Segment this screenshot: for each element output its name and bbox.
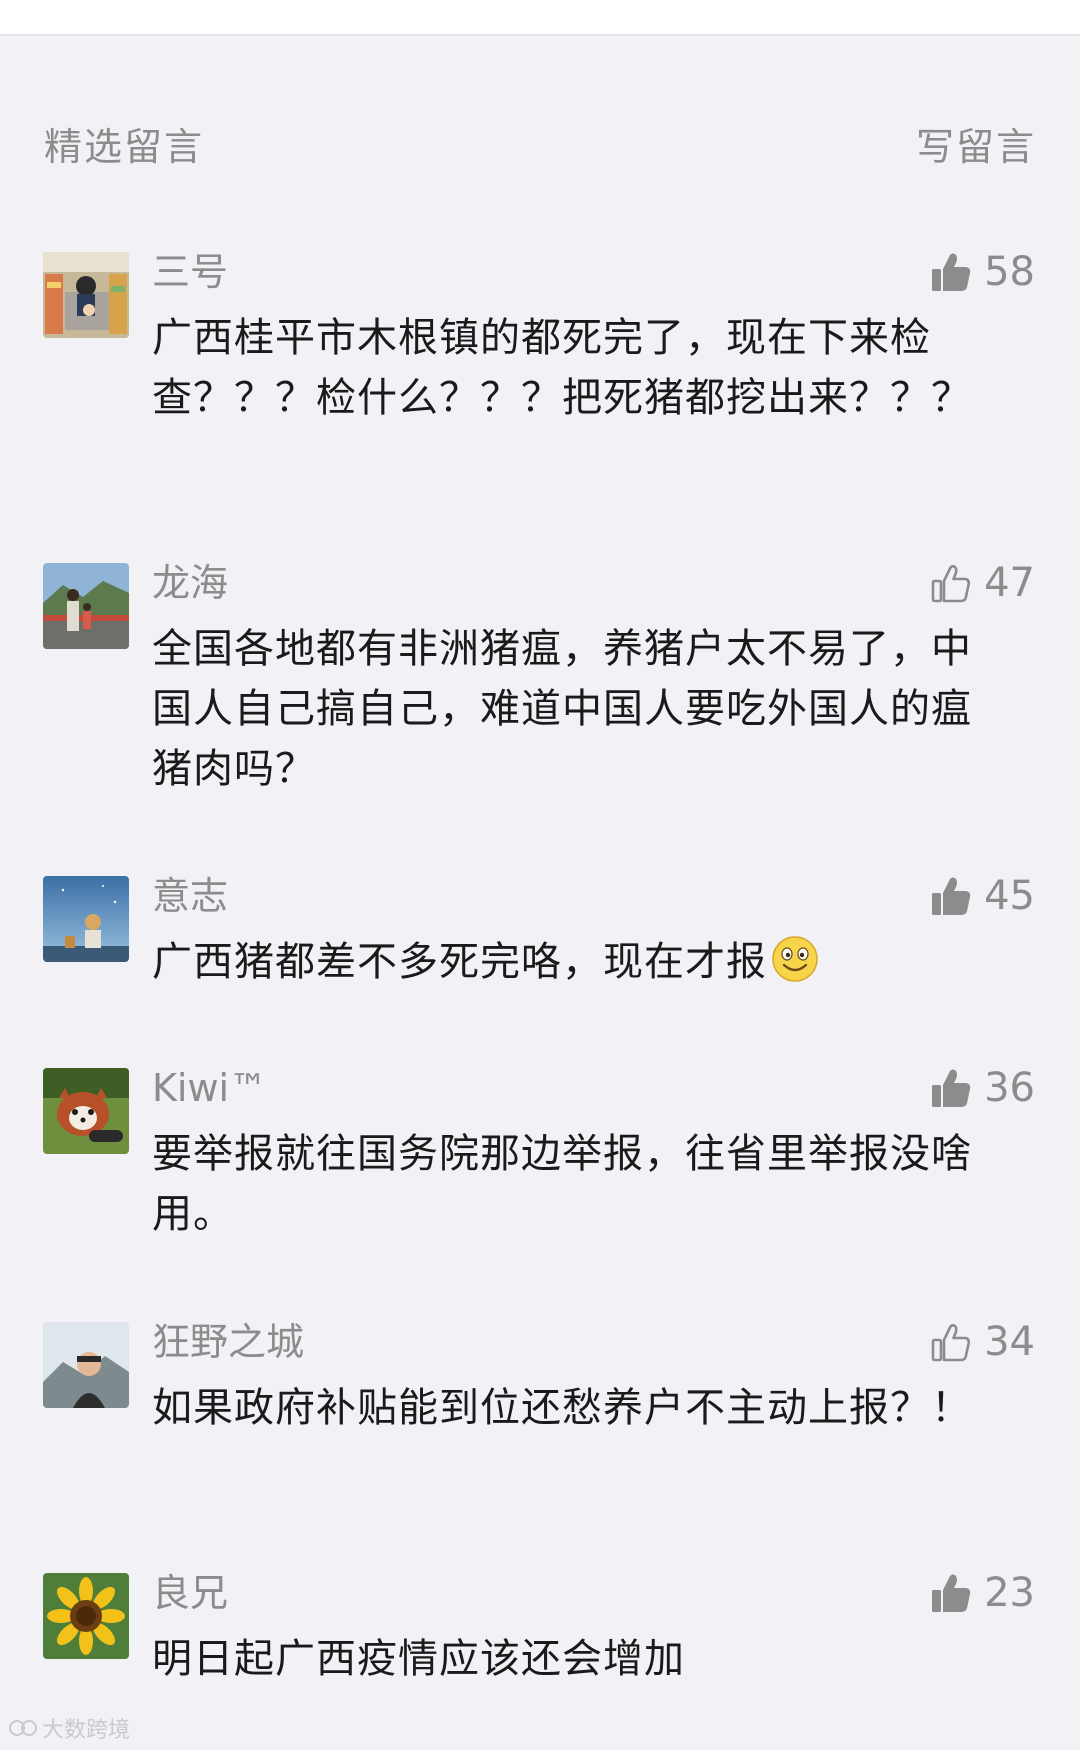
thumbs-up-outline-icon: [931, 564, 971, 603]
avatar[interactable]: [43, 1573, 129, 1659]
like-button[interactable]: 45: [930, 872, 1035, 920]
smiley-emoji-icon: [772, 936, 818, 982]
like-count: 23: [984, 1570, 1035, 1616]
comment-text-body: 广西猪都差不多死完咯，现在才报: [152, 939, 767, 985]
avatar[interactable]: [43, 1322, 129, 1408]
comment-nickname: 良兄: [152, 1571, 229, 1615]
thumbs-up-outline-icon: [931, 1323, 971, 1362]
avatar[interactable]: [43, 876, 129, 962]
thumbs-up-filled-icon: [932, 1069, 971, 1107]
comment-text: 全国各地都有非洲猪瘟，养猪户太不易了，中国人自己搞自己，难道中国人要吃外国人的瘟…: [152, 626, 972, 792]
comment-nickname: 狂野之城: [152, 1320, 305, 1364]
watermark-logo-icon: [9, 1720, 37, 1736]
write-comment-link[interactable]: 写留言: [916, 116, 1036, 171]
comment-text: 广西桂平市木根镇的都死完了，现在下来检查？？？检什么？？？把死猪都挖出来？？？: [152, 315, 972, 421]
avatar[interactable]: [43, 563, 129, 649]
like-button[interactable]: 58: [930, 248, 1035, 296]
thumbs-up-filled-icon: [932, 253, 971, 291]
comment-nickname: 意志: [152, 874, 229, 918]
comment-nickname: 三号: [152, 250, 229, 294]
like-count: 47: [984, 560, 1035, 606]
like-count: 36: [984, 1065, 1035, 1111]
like-button[interactable]: 23: [930, 1569, 1035, 1617]
like-count: 58: [984, 249, 1035, 295]
section-title: 精选留言: [44, 124, 205, 169]
comment-text: 如果政府补贴能到位还愁养户不主动上报？！: [152, 1385, 972, 1431]
comment-nickname: Kiwi™: [152, 1066, 268, 1110]
watermark-text: 大数跨境: [42, 1718, 131, 1743]
comment-text: 明日起广西疫情应该还会增加: [152, 1636, 685, 1682]
comment-text: 要举报就往国务院那边举报，往省里举报没啥用。: [152, 1131, 972, 1237]
like-button[interactable]: 36: [930, 1064, 1035, 1112]
avatar[interactable]: [43, 252, 129, 338]
avatar[interactable]: [43, 1068, 129, 1154]
comments-header: 精选留言 写留言: [44, 116, 1036, 171]
top-divider-strip: [0, 0, 1080, 36]
like-button[interactable]: 34: [930, 1318, 1035, 1366]
comment-nickname: 龙海: [152, 561, 229, 605]
like-count: 34: [984, 1319, 1035, 1365]
watermark: 大数跨境: [8, 1712, 130, 1744]
like-button[interactable]: 47: [930, 559, 1035, 607]
like-count: 45: [984, 873, 1035, 919]
thumbs-up-filled-icon: [932, 877, 971, 915]
thumbs-up-filled-icon: [932, 1574, 971, 1612]
comment-text: 广西猪都差不多死完咯，现在才报: [152, 932, 1012, 992]
